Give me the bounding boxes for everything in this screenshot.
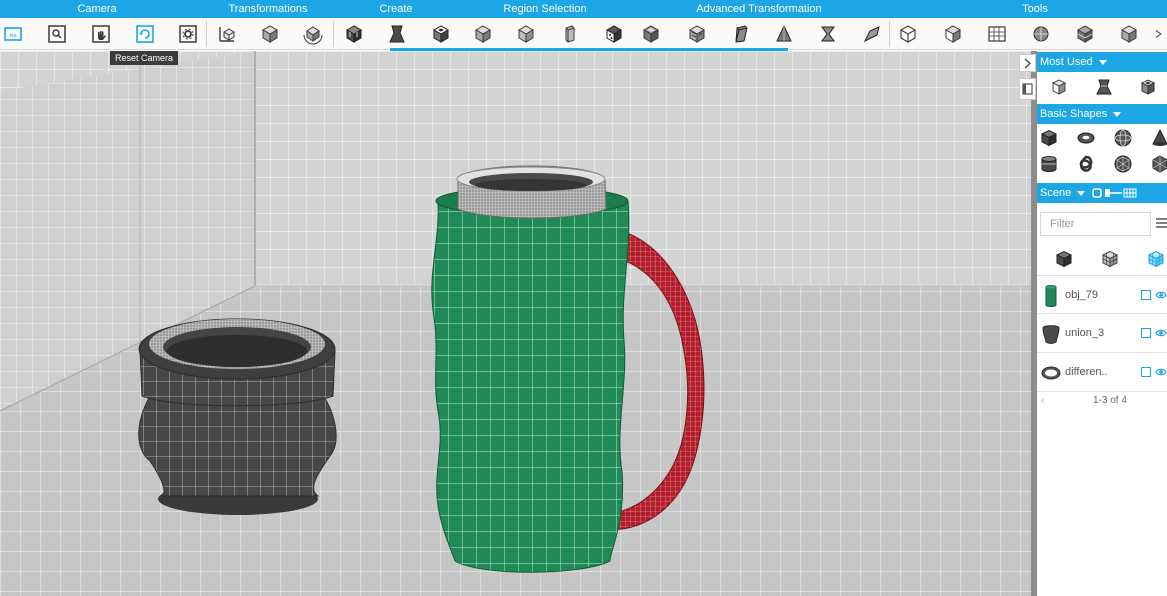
pot-model[interactable]: [138, 318, 337, 515]
solid-view-icon[interactable]: [1052, 247, 1076, 271]
rounded-square-icon[interactable]: [1092, 188, 1102, 198]
toolbar-icon-bar: iso: [0, 18, 1167, 50]
extrude-icon[interactable]: [1093, 76, 1115, 98]
pager-prev-icon[interactable]: ‹: [1041, 395, 1045, 407]
tab-region-selection[interactable]: Region Selection: [503, 0, 586, 18]
sphere-shape-icon[interactable]: [1112, 127, 1134, 149]
toolbar-separator: [206, 21, 207, 47]
chevron-right-icon[interactable]: [1152, 21, 1167, 47]
cube-icon[interactable]: [1137, 76, 1159, 98]
dice-icon[interactable]: [601, 21, 627, 47]
wireframe-view-icon[interactable]: [1098, 247, 1122, 271]
slider-icon[interactable]: [1104, 187, 1137, 199]
scene-title: Scene: [1040, 187, 1072, 199]
most-used-header[interactable]: Most Used: [1037, 52, 1167, 72]
mesh-view-icon[interactable]: [1144, 247, 1167, 271]
toolbar-separator: [333, 21, 334, 47]
right-panel: Most Used Basic Shapes Scene Filter obj_…: [1037, 51, 1167, 596]
box-icon[interactable]: [470, 21, 496, 47]
toolbar-separator: [889, 21, 890, 47]
half-box-icon[interactable]: [557, 21, 583, 47]
object-thumbnail: [1045, 285, 1057, 307]
box-icon[interactable]: [513, 21, 539, 47]
menu-icon[interactable]: [1156, 217, 1167, 229]
torus-shape-icon[interactable]: [1075, 127, 1097, 149]
object-thumbnail: [1041, 366, 1061, 380]
select-region-icon[interactable]: [638, 21, 664, 47]
select-region-icon[interactable]: [684, 21, 710, 47]
chevron-down-icon: [1098, 59, 1107, 65]
select-checkbox[interactable]: [1141, 367, 1151, 377]
list-item[interactable]: obj_79: [1037, 275, 1167, 314]
scene-pager: 1-3 of 4: [1093, 395, 1127, 406]
svg-text:iso: iso: [9, 33, 16, 39]
bend-icon[interactable]: [859, 21, 885, 47]
home-view-icon[interactable]: iso: [0, 21, 26, 47]
basic-shapes-title: Basic Shapes: [1040, 108, 1108, 120]
grid-box-icon[interactable]: [984, 21, 1010, 47]
camera-settings-icon[interactable]: [175, 21, 201, 47]
reset-camera-tooltip: Reset Camera: [110, 51, 179, 65]
basic-shapes-header[interactable]: Basic Shapes: [1037, 104, 1167, 124]
object-name: union_3: [1065, 327, 1105, 339]
wire-box-icon[interactable]: [895, 21, 921, 47]
select-checkbox[interactable]: [1141, 290, 1151, 300]
object-name: obj_79: [1065, 289, 1099, 301]
cube-icon[interactable]: [341, 21, 367, 47]
knot-shape-icon[interactable]: [1075, 153, 1097, 175]
pan-hand-icon[interactable]: [88, 21, 114, 47]
mesh-icon[interactable]: [1072, 21, 1098, 47]
transform-icon[interactable]: [214, 21, 240, 47]
object-thumbnail: [1042, 325, 1060, 344]
tab-tools[interactable]: Tools: [1022, 0, 1048, 18]
cube-icon[interactable]: [1116, 21, 1142, 47]
cone-shape-icon[interactable]: [1149, 127, 1167, 149]
box-icon[interactable]: [257, 21, 283, 47]
reset-camera-icon[interactable]: [132, 21, 158, 47]
select-checkbox[interactable]: [1141, 328, 1151, 338]
scene-filter-input[interactable]: Filter: [1040, 212, 1151, 236]
chevron-down-icon: [1113, 111, 1122, 117]
cylinder-shape-icon[interactable]: [1038, 153, 1060, 175]
rotate-box-icon[interactable]: [300, 21, 326, 47]
box-icon[interactable]: [1048, 76, 1070, 98]
extrude-icon[interactable]: [384, 21, 410, 47]
chevron-right-icon: [1024, 58, 1031, 68]
tab-camera[interactable]: Camera: [77, 0, 116, 18]
chevron-down-icon: [1077, 190, 1086, 196]
scene-header[interactable]: Scene: [1037, 183, 1167, 203]
icosahedron-shape-icon[interactable]: [1149, 153, 1167, 175]
object-name: differen..: [1065, 366, 1108, 378]
zoom-icon[interactable]: [44, 21, 70, 47]
sphere-icon[interactable]: [1028, 21, 1054, 47]
most-used-title: Most Used: [1040, 56, 1093, 68]
panel-layout-icon: [1022, 83, 1033, 95]
collapse-panel-button[interactable]: [1019, 54, 1036, 72]
eye-icon[interactable]: [1155, 366, 1167, 378]
list-item[interactable]: union_3: [1037, 314, 1167, 353]
tab-transformations[interactable]: Transformations: [228, 0, 307, 18]
taper-icon[interactable]: [771, 21, 797, 47]
open-box-icon[interactable]: [428, 21, 454, 47]
skew-box-icon[interactable]: [728, 21, 754, 47]
3d-viewport[interactable]: [0, 51, 1031, 596]
panel-toggle-button[interactable]: [1019, 78, 1036, 100]
geosphere-shape-icon[interactable]: [1112, 153, 1134, 175]
tab-advanced-transformation[interactable]: Advanced Transformation: [696, 0, 821, 18]
tab-create[interactable]: Create: [379, 0, 412, 18]
toolbar-tab-bar: Camera Transformations Create Region Sel…: [0, 0, 1167, 18]
list-item[interactable]: differen..: [1037, 353, 1167, 392]
cube-icon[interactable]: [940, 21, 966, 47]
cube-shape-icon[interactable]: [1038, 127, 1060, 149]
eye-icon[interactable]: [1155, 289, 1167, 301]
twist-icon[interactable]: [815, 21, 841, 47]
eye-icon[interactable]: [1155, 327, 1167, 339]
